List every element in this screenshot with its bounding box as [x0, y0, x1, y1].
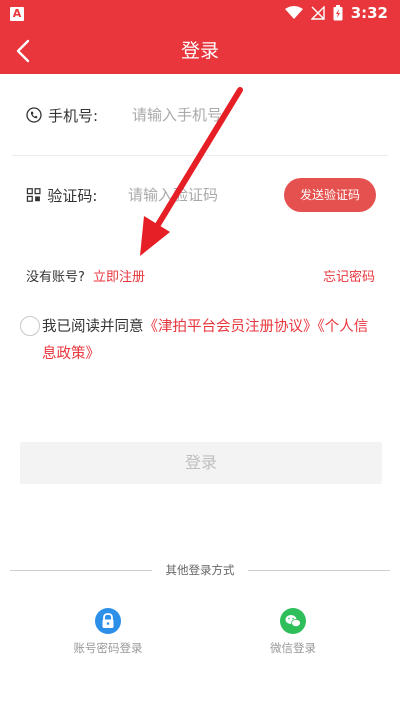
page-title: 登录: [180, 40, 219, 62]
agreement-text: 我已阅读并同意《津拍平台会员注册协议》《个人信息政策》: [42, 314, 382, 368]
wifi-icon: [284, 6, 303, 19]
clock: 3:32: [350, 4, 388, 22]
phone-icon: [26, 107, 42, 123]
app-notification-icon: A: [10, 7, 24, 21]
grid-icon: [26, 188, 41, 202]
divider: [12, 155, 388, 156]
wechat-icon: [280, 608, 306, 634]
other-login-title: 其他登录方式: [165, 563, 235, 577]
app-header: 登录: [0, 28, 400, 74]
password-login-option[interactable]: 账号密码登录: [53, 608, 163, 656]
no-signal-icon: [310, 6, 325, 20]
send-code-button[interactable]: 发送验证码: [284, 178, 376, 212]
agreement-checkbox[interactable]: [20, 316, 40, 336]
phone-input[interactable]: [130, 105, 324, 125]
phone-row: 手机号:: [26, 90, 374, 140]
no-account-text: 没有账号?: [26, 270, 85, 285]
phone-label: 手机号:: [48, 106, 99, 125]
code-row: 验证码:: [26, 170, 270, 220]
status-icons: 3:32: [284, 4, 388, 22]
code-input[interactable]: [126, 185, 270, 205]
agreement-prefix: 我已阅读并同意: [42, 319, 144, 335]
lock-icon: [95, 608, 121, 634]
login-button[interactable]: 登录: [20, 442, 382, 484]
forgot-password-link[interactable]: 忘记密码: [323, 266, 375, 285]
member-agreement-link[interactable]: 《津拍平台会员注册协议》: [144, 319, 318, 335]
wechat-login-label: 微信登录: [270, 641, 316, 655]
battery-charging-icon: [333, 5, 343, 21]
status-bar: A 3:32: [0, 0, 400, 28]
code-label: 验证码:: [47, 186, 98, 205]
password-login-label: 账号密码登录: [73, 641, 143, 655]
register-link[interactable]: 立即注册: [93, 266, 145, 285]
wechat-login-option[interactable]: 微信登录: [238, 608, 348, 656]
